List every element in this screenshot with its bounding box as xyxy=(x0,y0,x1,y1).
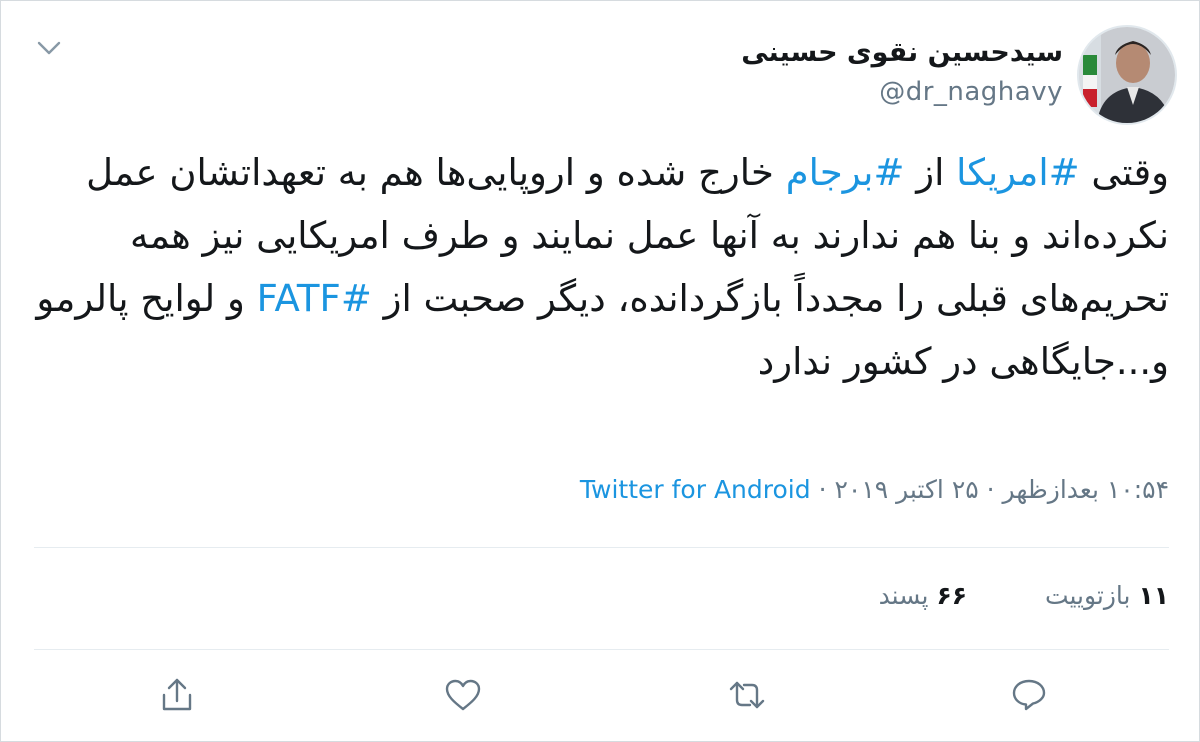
tweet-card: سیدحسین نقوی حسینی @dr_naghavy وقتی #امر… xyxy=(0,0,1200,742)
tweet-date[interactable]: ۲۵ اکتبر ۲۰۱۹ xyxy=(834,475,978,504)
tweet-actions xyxy=(1,661,1199,731)
tweet-meta: ۱۰:۵۴ بعدازظهر · ۲۵ اکتبر ۲۰۱۹ · Twitter… xyxy=(580,475,1169,504)
tweet-time[interactable]: ۱۰:۵۴ بعدازظهر xyxy=(1003,475,1169,504)
hashtag-link[interactable]: #برجام xyxy=(786,151,905,194)
tweet-source-link[interactable]: Twitter for Android xyxy=(580,475,811,504)
reply-icon[interactable] xyxy=(1007,673,1051,717)
divider xyxy=(34,649,1169,650)
heart-icon[interactable] xyxy=(441,673,485,717)
hashtag-link[interactable]: #امریکا xyxy=(956,151,1080,194)
tweet-header: سیدحسین نقوی حسینی @dr_naghavy xyxy=(741,25,1177,125)
hashtag-link[interactable]: #FATF xyxy=(257,277,372,320)
tweet-stats: ۱۱ بازتوییت ۶۶ پسند xyxy=(809,581,1169,610)
user-names: سیدحسین نقوی حسینی @dr_naghavy xyxy=(741,33,1063,111)
tweet-text-segment: از xyxy=(904,151,957,194)
retweet-icon[interactable] xyxy=(725,673,769,717)
retweets-label: بازتوییت xyxy=(1044,581,1131,610)
chevron-down-icon[interactable] xyxy=(35,37,63,59)
retweets-count: ۱۱ xyxy=(1138,581,1169,610)
meta-separator: · xyxy=(986,475,995,504)
tweet-text-segment: وقتی xyxy=(1079,151,1169,194)
meta-separator: · xyxy=(818,475,827,504)
display-name[interactable]: سیدحسین نقوی حسینی xyxy=(741,33,1063,73)
tweet-text: وقتی #امریکا از #برجام خارج شده و اروپای… xyxy=(34,141,1169,393)
avatar[interactable] xyxy=(1077,25,1177,125)
share-icon[interactable] xyxy=(155,673,199,717)
user-handle[interactable]: @dr_naghavy xyxy=(741,73,1063,111)
retweets-stat[interactable]: ۱۱ بازتوییت xyxy=(1045,581,1169,610)
likes-label: پسند xyxy=(878,581,929,610)
likes-stat[interactable]: ۶۶ پسند xyxy=(879,581,967,610)
divider xyxy=(34,547,1169,548)
likes-count: ۶۶ xyxy=(936,581,967,610)
